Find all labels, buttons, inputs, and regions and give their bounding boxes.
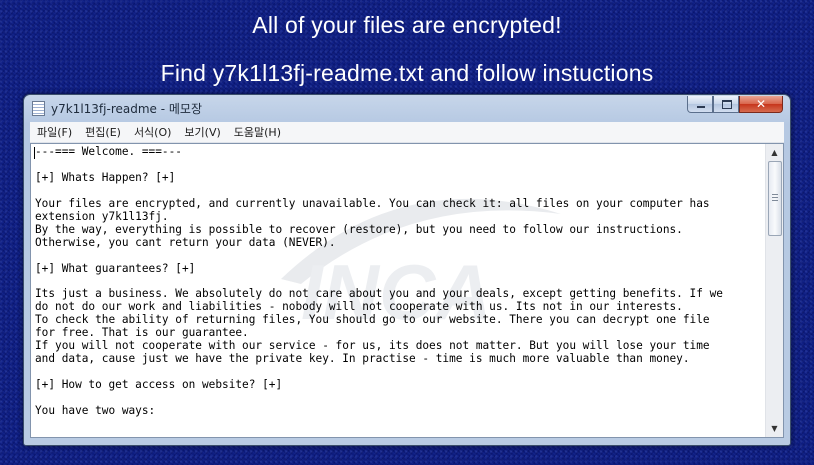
menu-file[interactable]: 파일(F) — [30, 124, 78, 140]
vertical-scrollbar[interactable]: ▲ ▼ — [765, 144, 783, 437]
ransom-banner-instruction: Find y7k1l13fj-readme.txt and follow ins… — [160, 60, 654, 86]
text-editor[interactable]: INCA ---=== Welcome. ===--- [+] Whats Ha… — [30, 143, 784, 438]
close-button[interactable]: ✕ — [739, 96, 783, 113]
menu-bar: 파일(F) 편집(E) 서식(O) 보기(V) 도움말(H) — [30, 122, 784, 143]
title-bar[interactable]: y7k1l13fj-readme - 메모장 ✕ — [24, 95, 790, 121]
scroll-up-arrow-icon[interactable]: ▲ — [766, 144, 783, 161]
menu-edit[interactable]: 편집(E) — [78, 124, 127, 140]
minimize-icon — [697, 106, 705, 108]
readme-text-content[interactable]: ---=== Welcome. ===--- [+] Whats Happen?… — [35, 146, 765, 436]
minimize-button[interactable] — [687, 96, 713, 113]
ransom-banner-title: All of your files are encrypted! — [252, 12, 562, 38]
window-title: y7k1l13fj-readme - 메모장 — [51, 102, 202, 116]
scroll-down-arrow-icon[interactable]: ▼ — [766, 420, 783, 437]
menu-view[interactable]: 보기(V) — [177, 124, 226, 140]
scrollbar-thumb[interactable] — [768, 161, 782, 236]
menu-help[interactable]: 도움말(H) — [227, 124, 287, 140]
caption-buttons: ✕ — [687, 96, 783, 114]
menu-format[interactable]: 서식(O) — [127, 124, 177, 140]
notepad-window: y7k1l13fj-readme - 메모장 ✕ 파일(F) 편집(E) 서식(… — [23, 94, 791, 446]
maximize-icon — [722, 100, 732, 109]
thumb-grip-icon — [772, 194, 778, 201]
notepad-icon[interactable] — [32, 101, 45, 116]
close-icon: ✕ — [755, 97, 767, 111]
maximize-button[interactable] — [713, 96, 739, 113]
